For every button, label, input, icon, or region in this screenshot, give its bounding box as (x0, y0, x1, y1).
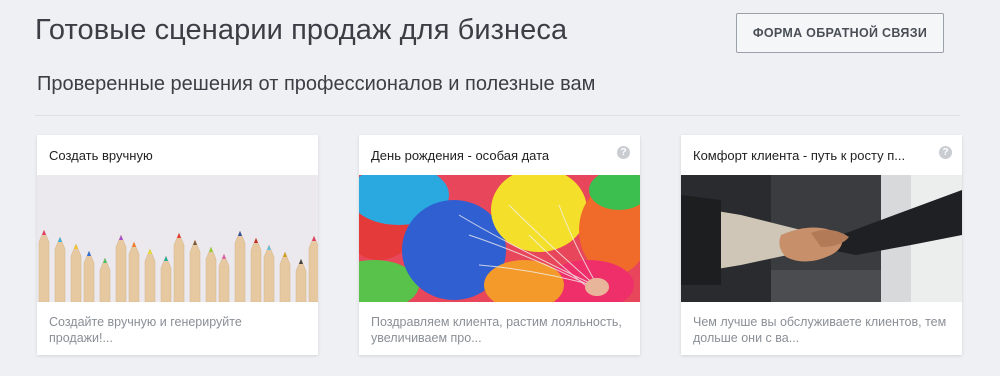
card-header: Комфорт клиента - путь к росту п... ? (681, 135, 962, 175)
scenario-card-manual[interactable]: Создать вручную Создайте вручную и генер… (37, 135, 318, 355)
card-title: Комфорт клиента - путь к росту п... (693, 147, 906, 163)
feedback-form-button[interactable]: ФОРМА ОБРАТНОЙ СВЯЗИ (736, 13, 944, 53)
handshake-image (681, 175, 962, 302)
page-subtitle: Проверенные решения от профессионалов и … (37, 73, 596, 95)
card-description: Создайте вручную и генерируйте продажи!.… (49, 315, 242, 345)
balloons-image (359, 175, 640, 302)
card-title: Создать вручную (49, 147, 153, 163)
card-header: День рождения - особая дата ? (359, 135, 640, 175)
help-icon[interactable]: ? (617, 146, 630, 159)
card-description: Поздравляем клиента, растим лояльность, … (371, 315, 622, 345)
help-icon[interactable]: ? (939, 146, 952, 159)
card-title: День рождения - особая дата (371, 147, 550, 163)
pencils-image (37, 175, 318, 302)
card-description: Чем лучше вы обслуживаете клиентов, тем … (693, 315, 947, 345)
divider (35, 115, 960, 116)
scenario-card-comfort[interactable]: Комфорт клиента - путь к росту п... ? Че… (681, 135, 962, 355)
page-title: Готовые сценарии продаж для бизнеса (35, 14, 568, 46)
card-header: Создать вручную (37, 135, 318, 175)
scenario-card-birthday[interactable]: День рождения - особая дата ? Поздравляе… (359, 135, 640, 355)
